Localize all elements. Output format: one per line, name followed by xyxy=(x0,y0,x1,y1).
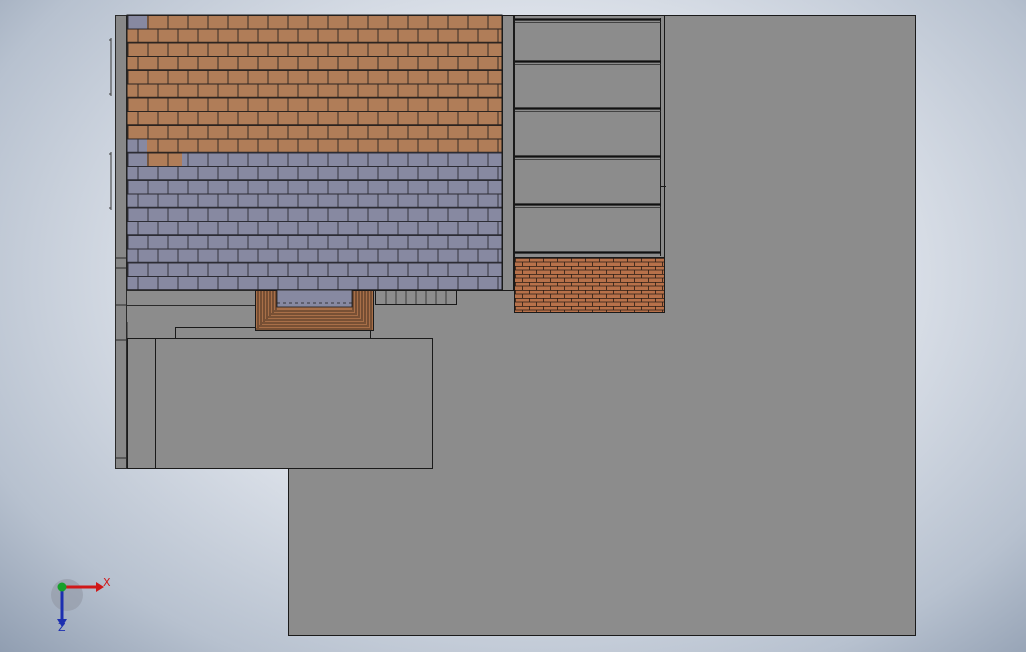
garage-block xyxy=(127,338,433,469)
axis-x-label: X xyxy=(103,576,111,589)
porch-steps xyxy=(255,289,374,331)
model-view[interactable] xyxy=(0,0,1026,652)
axis-z-label: Z xyxy=(58,621,66,634)
roof-fascia xyxy=(502,15,514,291)
graphics-viewport[interactable]: X Z xyxy=(0,0,1026,652)
brick-chimney-base xyxy=(514,257,665,313)
window-bays xyxy=(514,15,666,258)
roof-tiles xyxy=(126,14,503,291)
left-wall-strip xyxy=(115,15,127,469)
roof-clay-region xyxy=(127,15,502,166)
orientation-triad xyxy=(51,579,104,627)
